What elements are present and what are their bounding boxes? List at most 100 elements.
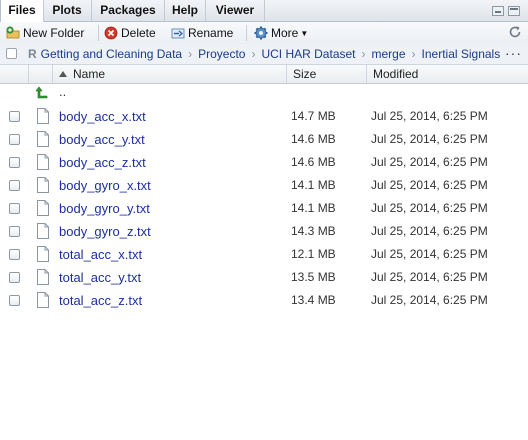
gear-icon bbox=[254, 26, 268, 40]
file-row: total_acc_x.txt 12.1 MB Jul 25, 2014, 6:… bbox=[0, 244, 528, 267]
breadcrumb-item[interactable]: UCI HAR Dataset bbox=[261, 47, 355, 61]
new-folder-button[interactable]: New Folder bbox=[6, 25, 84, 41]
file-size: 14.3 MB bbox=[291, 224, 336, 238]
file-name-link[interactable]: body_acc_x.txt bbox=[59, 109, 146, 124]
breadcrumb-more-button[interactable]: ··· bbox=[505, 45, 522, 61]
tab-plots[interactable]: Plots bbox=[43, 0, 92, 21]
breadcrumb-separator: › bbox=[361, 47, 366, 61]
pane-window-controls bbox=[488, 5, 520, 17]
breadcrumb-item[interactable]: Getting and Cleaning Data bbox=[41, 47, 182, 61]
file-checkbox[interactable] bbox=[9, 111, 20, 122]
file-size: 14.1 MB bbox=[291, 178, 336, 192]
text-file-icon bbox=[37, 246, 49, 262]
tab-files[interactable]: Files bbox=[0, 0, 44, 22]
file-name-link[interactable]: total_acc_y.txt bbox=[59, 270, 141, 285]
file-modified: Jul 25, 2014, 6:25 PM bbox=[371, 293, 488, 307]
file-row: body_acc_y.txt 14.6 MB Jul 25, 2014, 6:2… bbox=[0, 129, 528, 152]
file-name-link[interactable]: body_acc_y.txt bbox=[59, 132, 145, 147]
column-header-name-label: Name bbox=[73, 67, 106, 81]
file-size: 14.7 MB bbox=[291, 109, 336, 123]
toolbar-divider bbox=[246, 25, 247, 41]
parent-directory-link[interactable]: .. bbox=[59, 84, 66, 99]
r-home-icon[interactable]: R bbox=[28, 47, 37, 61]
file-size: 14.6 MB bbox=[291, 155, 336, 169]
file-size: 14.6 MB bbox=[291, 132, 336, 146]
file-modified: Jul 25, 2014, 6:25 PM bbox=[371, 224, 488, 238]
text-file-icon bbox=[37, 223, 49, 239]
new-folder-label: New Folder bbox=[23, 26, 85, 40]
file-modified: Jul 25, 2014, 6:25 PM bbox=[371, 270, 488, 284]
minimize-pane-button[interactable] bbox=[492, 6, 504, 16]
file-checkbox[interactable] bbox=[9, 134, 20, 145]
files-toolbar: New Folder Delete Rename More ▼ bbox=[0, 22, 528, 45]
select-all-checkbox[interactable] bbox=[6, 48, 17, 59]
maximize-pane-button[interactable] bbox=[508, 6, 520, 16]
file-checkbox[interactable] bbox=[9, 295, 20, 306]
column-header-modified[interactable]: Modified bbox=[366, 65, 528, 83]
file-name-link[interactable]: body_gyro_y.txt bbox=[59, 201, 150, 216]
toolbar-divider bbox=[98, 25, 99, 41]
file-row: total_acc_z.txt 13.4 MB Jul 25, 2014, 6:… bbox=[0, 290, 528, 313]
new-folder-icon bbox=[6, 26, 20, 39]
file-modified: Jul 25, 2014, 6:25 PM bbox=[371, 247, 488, 261]
file-row: body_gyro_x.txt 14.1 MB Jul 25, 2014, 6:… bbox=[0, 175, 528, 198]
file-name-link[interactable]: total_acc_x.txt bbox=[59, 247, 142, 262]
file-modified: Jul 25, 2014, 6:25 PM bbox=[371, 109, 488, 123]
more-menu-button[interactable]: More ▼ bbox=[254, 25, 308, 41]
file-checkbox[interactable] bbox=[9, 203, 20, 214]
sort-ascending-icon bbox=[59, 71, 67, 77]
rename-label: Rename bbox=[188, 26, 234, 40]
tab-packages[interactable]: Packages bbox=[92, 0, 165, 21]
breadcrumb-item[interactable]: Proyecto bbox=[198, 47, 245, 61]
refresh-icon[interactable] bbox=[508, 25, 522, 39]
file-list-header: Name Size Modified bbox=[0, 65, 528, 84]
delete-label: Delete bbox=[121, 26, 156, 40]
tab-help[interactable]: Help bbox=[165, 0, 206, 21]
file-checkbox[interactable] bbox=[9, 226, 20, 237]
breadcrumb-item[interactable]: Inertial Signals bbox=[422, 47, 501, 61]
file-modified: Jul 25, 2014, 6:25 PM bbox=[371, 132, 488, 146]
file-name-link[interactable]: body_gyro_z.txt bbox=[59, 224, 151, 239]
file-checkbox[interactable] bbox=[9, 157, 20, 168]
file-size: 13.5 MB bbox=[291, 270, 336, 284]
breadcrumb: R Getting and Cleaning Data › Proyecto › UCI … bbox=[28, 46, 500, 62]
breadcrumb-separator: › bbox=[411, 47, 416, 61]
file-checkbox[interactable] bbox=[9, 180, 20, 191]
text-file-icon bbox=[37, 292, 49, 308]
text-file-icon bbox=[37, 200, 49, 216]
file-modified: Jul 25, 2014, 6:25 PM bbox=[371, 178, 488, 192]
file-row: total_acc_y.txt 13.5 MB Jul 25, 2014, 6:… bbox=[0, 267, 528, 290]
file-checkbox[interactable] bbox=[9, 272, 20, 283]
breadcrumb-separator: › bbox=[251, 47, 256, 61]
file-modified: Jul 25, 2014, 6:25 PM bbox=[371, 155, 488, 169]
file-checkbox[interactable] bbox=[9, 249, 20, 260]
file-row: body_acc_z.txt 14.6 MB Jul 25, 2014, 6:2… bbox=[0, 152, 528, 175]
rename-icon bbox=[171, 28, 185, 39]
pane-tab-bar: Files Plots Packages Help Viewer bbox=[0, 0, 528, 22]
text-file-icon bbox=[37, 177, 49, 193]
header-checkbox-column bbox=[0, 65, 28, 83]
parent-directory-row[interactable]: .. bbox=[0, 83, 528, 106]
column-header-name[interactable]: Name bbox=[52, 65, 286, 83]
column-header-size-label: Size bbox=[293, 67, 317, 81]
up-arrow-icon bbox=[35, 86, 48, 99]
file-name-link[interactable]: body_acc_z.txt bbox=[59, 155, 146, 170]
breadcrumb-item[interactable]: merge bbox=[372, 47, 406, 61]
file-modified: Jul 25, 2014, 6:25 PM bbox=[371, 201, 488, 215]
file-name-link[interactable]: body_gyro_x.txt bbox=[59, 178, 151, 193]
file-row: body_gyro_y.txt 14.1 MB Jul 25, 2014, 6:… bbox=[0, 198, 528, 221]
delete-button[interactable]: Delete bbox=[104, 25, 156, 41]
file-row: body_acc_x.txt 14.7 MB Jul 25, 2014, 6:2… bbox=[0, 106, 528, 129]
column-header-size[interactable]: Size bbox=[286, 65, 366, 83]
delete-icon bbox=[104, 26, 118, 40]
breadcrumb-bar: R Getting and Cleaning Data › Proyecto › UCI … bbox=[0, 44, 528, 65]
file-size: 12.1 MB bbox=[291, 247, 336, 261]
file-name-link[interactable]: total_acc_z.txt bbox=[59, 293, 142, 308]
text-file-icon bbox=[37, 269, 49, 285]
rename-button[interactable]: Rename bbox=[171, 25, 233, 41]
header-icon-column bbox=[28, 65, 52, 83]
text-file-icon bbox=[37, 154, 49, 170]
text-file-icon bbox=[37, 108, 49, 124]
file-size: 13.4 MB bbox=[291, 293, 336, 307]
tab-viewer[interactable]: Viewer bbox=[206, 0, 265, 21]
